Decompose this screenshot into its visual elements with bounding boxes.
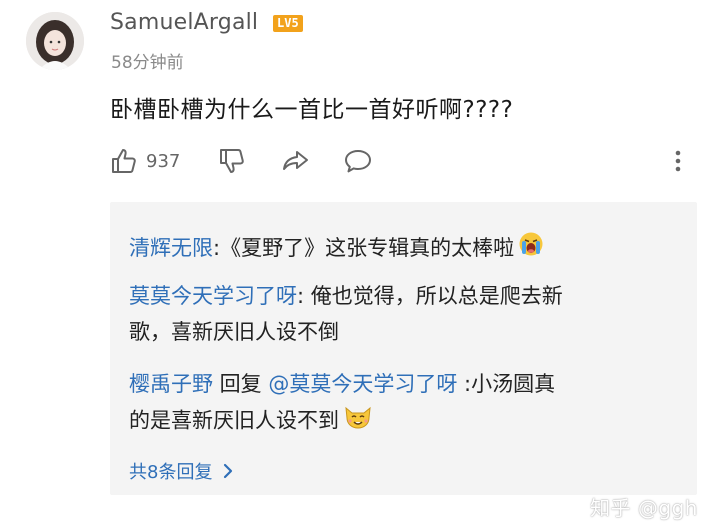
reply-button[interactable] — [343, 147, 373, 175]
thumbs-up-icon — [112, 149, 136, 173]
watermark: 知乎 @ggh — [590, 496, 698, 520]
comment-bubble-icon — [345, 150, 371, 173]
share-button[interactable] — [280, 147, 310, 175]
crying-emoji-icon — [518, 231, 544, 268]
chevron-right-icon — [224, 463, 233, 479]
share-icon — [283, 151, 308, 170]
reply-item: 清辉无限:《夏野了》这张专辑真的太棒啦 — [129, 230, 689, 268]
view-more-replies-link[interactable]: 共8条回复 — [129, 458, 238, 484]
reply-author[interactable]: 莫莫今天学习了呀 — [129, 284, 297, 308]
reply-text-continued: 歌，喜新厌旧人设不倒 — [129, 320, 339, 344]
username[interactable]: SamuelArgall — [110, 10, 258, 35]
reply-text: :小汤圆真 — [457, 372, 556, 396]
reply-mention[interactable]: @莫莫今天学习了呀 — [268, 372, 457, 396]
thumbs-down-icon — [220, 149, 244, 173]
like-count: 937 — [146, 150, 181, 172]
reply-author[interactable]: 樱禹子野 — [129, 372, 213, 396]
reply-text-continued: 的是喜新厌旧人设不到 — [129, 408, 339, 433]
comment-time: 58分钟前 — [111, 53, 184, 73]
more-replies-label: 共8条回复 — [129, 462, 213, 483]
dislike-button[interactable] — [218, 147, 246, 175]
vertical-dots-icon — [675, 150, 681, 172]
replies-panel: 清辉无限:《夏野了》这张专辑真的太棒啦 莫莫今天学习了呀: 俺也觉得，所以总是爬… — [110, 202, 697, 495]
comment-text: 卧槽卧槽为什么一首比一首好听啊???? — [110, 97, 514, 123]
avatar-image — [26, 12, 84, 70]
avatar[interactable] — [26, 12, 84, 70]
reply-item: 莫莫今天学习了呀: 俺也觉得，所以总是爬去新 歌，喜新厌旧人设不倒 — [129, 278, 689, 350]
reply-verb: 回复 — [213, 372, 269, 396]
more-options-button[interactable] — [672, 147, 684, 175]
reply-author[interactable]: 清辉无限 — [129, 236, 213, 260]
reply-text: 《夏野了》这张专辑真的太棒啦 — [220, 236, 515, 260]
level-badge: LV5 — [273, 15, 303, 32]
comment-actions: 937 — [0, 144, 720, 184]
like-button[interactable]: 937 — [110, 147, 180, 175]
reply-text: 俺也觉得，所以总是爬去新 — [304, 284, 563, 308]
cat-smile-emoji-icon — [343, 402, 373, 441]
reply-item: 樱禹子野 回复 @莫莫今天学习了呀 :小汤圆真 的是喜新厌旧人设不到 — [129, 366, 689, 441]
